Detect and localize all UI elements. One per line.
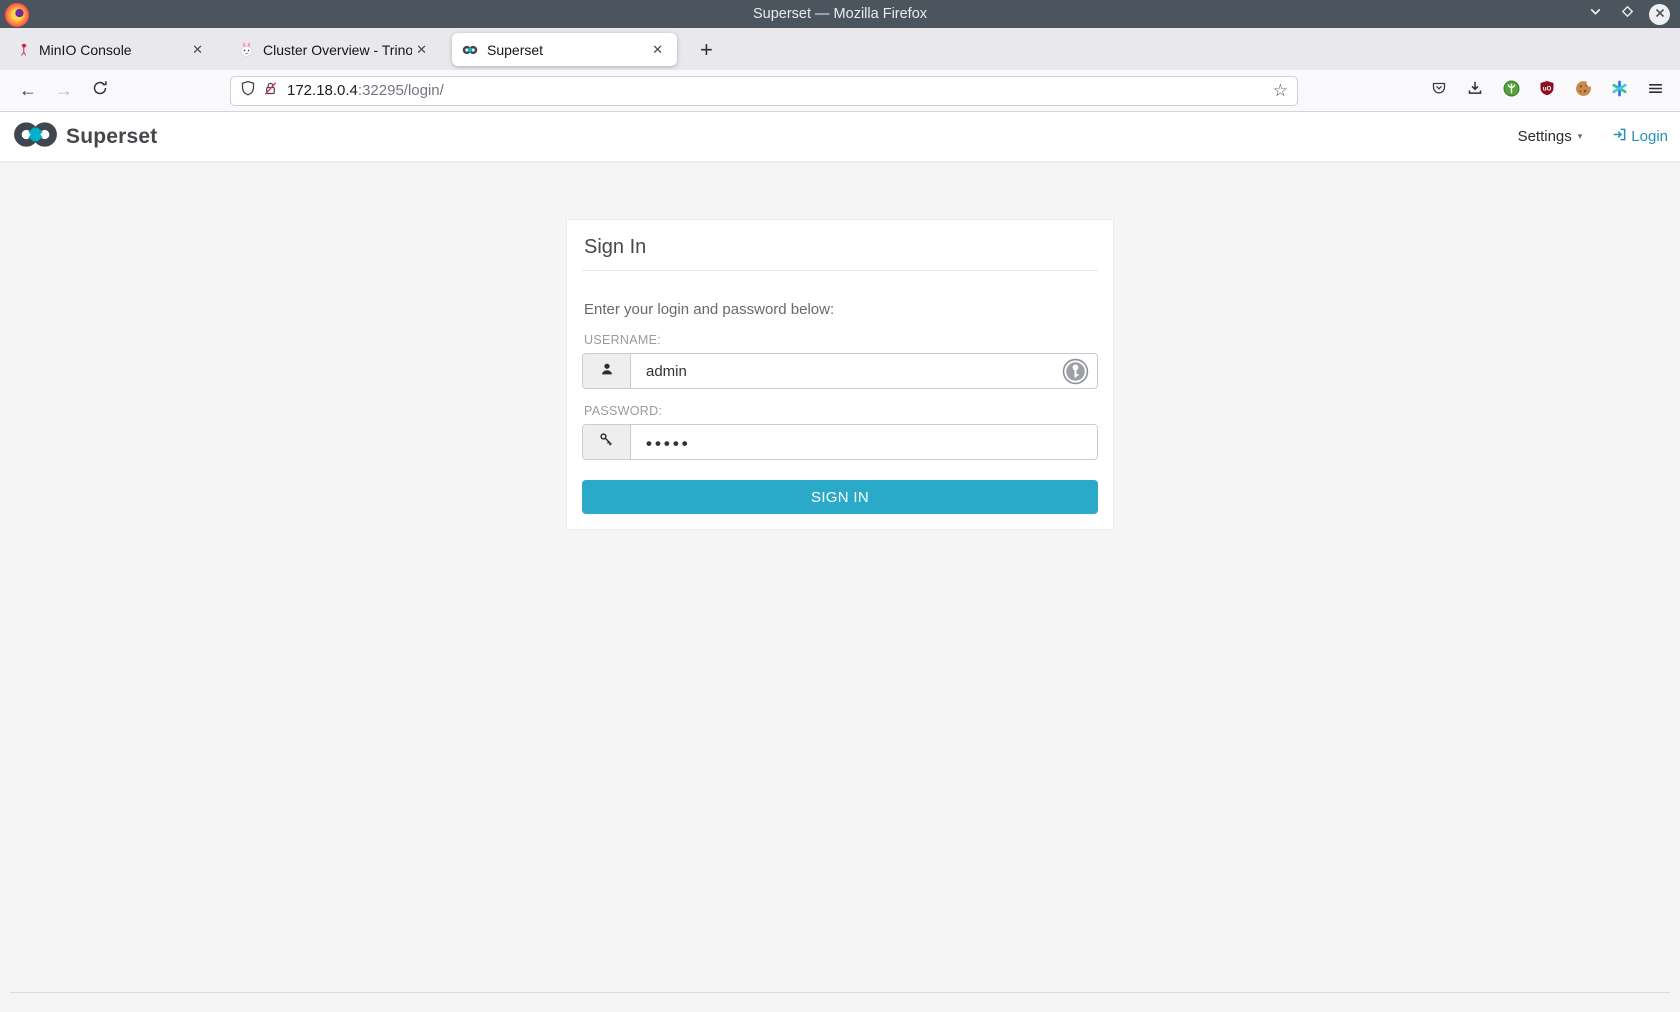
browser-window: Superset — Mozilla Firefox	[0, 0, 1680, 1012]
tab-label: Cluster Overview - Trino	[263, 42, 412, 58]
username-input[interactable]	[631, 354, 1097, 388]
sign-in-door-icon	[1612, 127, 1627, 146]
navbar-right: Settings ▾ Login	[1518, 127, 1668, 146]
sign-in-button[interactable]: SIGN IN	[582, 480, 1098, 514]
password-label: PASSWORD:	[584, 404, 1096, 418]
minimize-chevron-icon	[1588, 4, 1603, 24]
password-input[interactable]	[631, 425, 1097, 459]
forward-button: →	[46, 75, 82, 107]
tab-superset-active[interactable]: Superset ✕	[452, 33, 677, 66]
brand-name: Superset	[66, 125, 157, 149]
toolbar-extensions: uO	[1424, 76, 1670, 106]
minimize-button[interactable]	[1585, 4, 1605, 24]
sign-in-title: Sign In	[582, 232, 1098, 271]
page-content: Sign In Enter your login and password be…	[0, 163, 1680, 1012]
pocket-button[interactable]	[1424, 76, 1454, 106]
login-label: Login	[1631, 128, 1668, 145]
settings-menu[interactable]: Settings ▾	[1518, 128, 1583, 145]
tab-bar: MinIO Console ✕ Cluster Overview - Trino…	[0, 28, 1680, 70]
sign-in-panel: Sign In Enter your login and password be…	[566, 219, 1114, 530]
trino-bunny-icon	[238, 42, 254, 58]
new-tab-button[interactable]: +	[694, 39, 719, 61]
extension-green-button[interactable]	[1496, 76, 1526, 106]
superset-navbar: Superset Settings ▾ Login	[0, 112, 1680, 163]
back-button[interactable]: ←	[10, 75, 46, 107]
ublock-origin-button[interactable]: uO	[1532, 76, 1562, 106]
window-controls	[1585, 4, 1680, 25]
superset-infinity-icon	[462, 42, 478, 58]
user-icon	[600, 362, 614, 381]
tracking-shield-icon[interactable]	[240, 80, 256, 101]
navigation-toolbar: ← → 172.18.0.4:32295/logi	[0, 70, 1680, 112]
downloads-button[interactable]	[1460, 76, 1490, 106]
ublock-shield-icon: uO	[1539, 80, 1555, 101]
sparkle-asterisk-icon	[1611, 80, 1628, 102]
settings-label: Settings	[1518, 128, 1572, 145]
insecure-lock-icon[interactable]	[263, 81, 278, 101]
chevron-down-icon: ▾	[1578, 131, 1583, 142]
download-icon	[1467, 80, 1483, 101]
url-text[interactable]: 172.18.0.4:32295/login/	[287, 82, 444, 99]
tab-label: Superset	[487, 42, 648, 58]
password-addon	[583, 425, 631, 459]
maximize-diamond-icon	[1621, 5, 1634, 23]
close-x-icon	[1655, 5, 1665, 23]
tab-label: MinIO Console	[39, 42, 188, 58]
password-input-group	[582, 424, 1098, 460]
svg-text:uO: uO	[1543, 85, 1552, 92]
window-title: Superset — Mozilla Firefox	[0, 6, 1680, 22]
maximize-button[interactable]	[1617, 4, 1637, 24]
pocket-icon	[1431, 80, 1447, 101]
superset-logo-icon	[12, 120, 59, 154]
reload-button[interactable]	[82, 75, 118, 107]
username-label: USERNAME:	[584, 333, 1096, 347]
username-addon	[583, 354, 631, 388]
username-input-group	[582, 353, 1098, 389]
tab-close-icon[interactable]: ✕	[412, 40, 431, 60]
minio-flamingo-icon	[14, 42, 30, 58]
footer-divider	[10, 992, 1670, 993]
cookie-extension-button[interactable]	[1568, 76, 1598, 106]
reload-icon	[92, 80, 108, 101]
tab-trino-cluster-overview[interactable]: Cluster Overview - Trino ✕	[228, 33, 441, 66]
url-host: 172.18.0.4	[287, 82, 358, 99]
password-manager-badge-icon[interactable]	[1062, 358, 1089, 385]
sparkle-extension-button[interactable]	[1604, 76, 1634, 106]
close-window-button[interactable]	[1649, 4, 1670, 25]
sign-in-instruction: Enter your login and password below:	[584, 301, 1096, 318]
titlebar: Superset — Mozilla Firefox	[0, 0, 1680, 28]
hamburger-menu-icon	[1647, 80, 1664, 102]
tab-minio-console[interactable]: MinIO Console ✕	[4, 33, 217, 66]
url-path: :32295/login/	[358, 82, 444, 99]
tab-close-icon[interactable]: ✕	[648, 40, 667, 60]
key-icon	[599, 432, 614, 452]
tab-close-icon[interactable]: ✕	[188, 40, 207, 60]
bookmark-star-icon[interactable]: ☆	[1273, 81, 1288, 101]
cookie-icon	[1575, 80, 1592, 102]
url-bar[interactable]: 172.18.0.4:32295/login/ ☆	[230, 76, 1298, 106]
login-link[interactable]: Login	[1612, 127, 1668, 146]
superset-brand[interactable]: Superset	[12, 120, 157, 154]
green-sprout-extension-icon	[1503, 80, 1520, 102]
app-menu-button[interactable]	[1640, 76, 1670, 106]
